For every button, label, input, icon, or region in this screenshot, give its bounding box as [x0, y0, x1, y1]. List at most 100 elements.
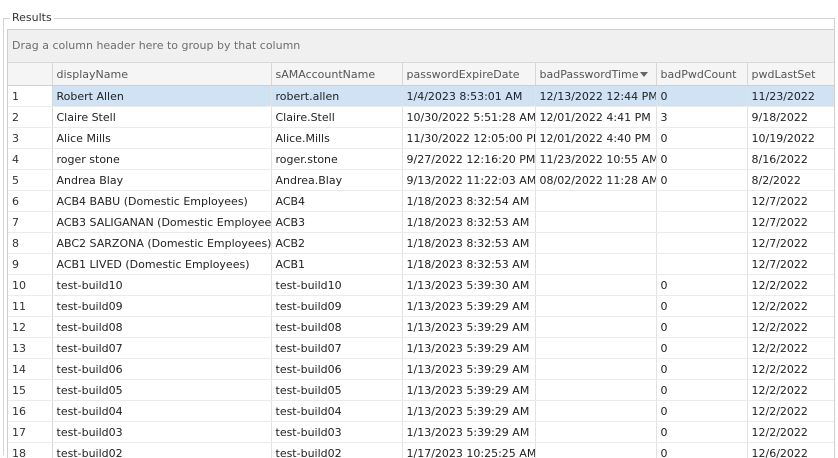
cell-pwdlastset[interactable]: 8/16/2022 [747, 149, 835, 170]
cell-displayname[interactable]: test-build09 [52, 296, 271, 317]
row-number[interactable]: 16 [8, 401, 52, 422]
cell-badpasswordtime[interactable] [535, 212, 656, 233]
cell-displayname[interactable]: ACB1 LIVED (Domestic Employees) [52, 254, 271, 275]
cell-displayname[interactable]: test-build08 [52, 317, 271, 338]
cell-badpwdcount[interactable]: 0 [656, 296, 747, 317]
cell-badpwdcount[interactable]: 0 [656, 170, 747, 191]
row-number[interactable]: 5 [8, 170, 52, 191]
cell-pwdlastset[interactable]: 9/18/2022 [747, 107, 835, 128]
cell-passwordexpiredate[interactable]: 1/13/2023 5:39:29 AM [402, 296, 535, 317]
row-number[interactable]: 9 [8, 254, 52, 275]
cell-passwordexpiredate[interactable]: 1/18/2023 8:32:54 AM [402, 191, 535, 212]
cell-samaccountname[interactable]: test-build04 [271, 401, 402, 422]
cell-passwordexpiredate[interactable]: 11/30/2022 12:05:00 PM [402, 128, 535, 149]
cell-displayname[interactable]: Alice Mills [52, 128, 271, 149]
cell-samaccountname[interactable]: ACB1 [271, 254, 402, 275]
table-row[interactable]: 5Andrea BlayAndrea.Blay9/13/2022 11:22:0… [8, 170, 835, 191]
cell-pwdlastset[interactable]: 12/2/2022 [747, 275, 835, 296]
cell-samaccountname[interactable]: test-build09 [271, 296, 402, 317]
table-row[interactable]: 12test-build08test-build081/13/2023 5:39… [8, 317, 835, 338]
cell-badpasswordtime[interactable]: 11/23/2022 10:55 AM [535, 149, 656, 170]
cell-pwdlastset[interactable]: 12/2/2022 [747, 359, 835, 380]
cell-badpwdcount[interactable]: 0 [656, 149, 747, 170]
row-number[interactable]: 6 [8, 191, 52, 212]
cell-badpasswordtime[interactable]: 08/02/2022 11:28 AM [535, 170, 656, 191]
cell-pwdlastset[interactable]: 12/7/2022 [747, 191, 835, 212]
row-number[interactable]: 17 [8, 422, 52, 443]
table-row[interactable]: 13test-build07test-build071/13/2023 5:39… [8, 338, 835, 359]
table-row[interactable]: 10test-build10test-build101/13/2023 5:39… [8, 275, 835, 296]
cell-passwordexpiredate[interactable]: 1/13/2023 5:39:29 AM [402, 401, 535, 422]
cell-displayname[interactable]: test-build03 [52, 422, 271, 443]
table-row[interactable]: 3Alice MillsAlice.Mills11/30/2022 12:05:… [8, 128, 835, 149]
cell-passwordexpiredate[interactable]: 1/4/2023 8:53:01 AM [402, 86, 535, 107]
cell-samaccountname[interactable]: test-build10 [271, 275, 402, 296]
cell-samaccountname[interactable]: ACB3 [271, 212, 402, 233]
cell-passwordexpiredate[interactable]: 1/13/2023 5:39:30 AM [402, 275, 535, 296]
cell-samaccountname[interactable]: test-build06 [271, 359, 402, 380]
cell-badpasswordtime[interactable]: 12/01/2022 4:40 PM [535, 128, 656, 149]
cell-passwordexpiredate[interactable]: 1/18/2023 8:32:53 AM [402, 233, 535, 254]
table-row[interactable]: 1Robert Allenrobert.allen1/4/2023 8:53:0… [8, 86, 835, 107]
cell-badpasswordtime[interactable] [535, 359, 656, 380]
cell-samaccountname[interactable]: ACB4 [271, 191, 402, 212]
cell-badpasswordtime[interactable] [535, 338, 656, 359]
cell-badpwdcount[interactable]: 0 [656, 338, 747, 359]
cell-displayname[interactable]: Robert Allen [52, 86, 271, 107]
row-number[interactable]: 13 [8, 338, 52, 359]
table-row[interactable]: 16test-build04test-build041/13/2023 5:39… [8, 401, 835, 422]
column-header-passwordexpiredate[interactable]: passwordExpireDate [402, 63, 535, 86]
row-number[interactable]: 3 [8, 128, 52, 149]
row-number[interactable]: 12 [8, 317, 52, 338]
cell-displayname[interactable]: test-build05 [52, 380, 271, 401]
row-number[interactable]: 4 [8, 149, 52, 170]
cell-pwdlastset[interactable]: 12/7/2022 [747, 254, 835, 275]
cell-badpasswordtime[interactable] [535, 443, 656, 458]
cell-badpwdcount[interactable]: 0 [656, 443, 747, 458]
table-row[interactable]: 2Claire StellClaire.Stell10/30/2022 5:51… [8, 107, 835, 128]
cell-samaccountname[interactable]: Andrea.Blay [271, 170, 402, 191]
row-number[interactable]: 8 [8, 233, 52, 254]
cell-passwordexpiredate[interactable]: 1/13/2023 5:39:29 AM [402, 380, 535, 401]
cell-displayname[interactable]: roger stone [52, 149, 271, 170]
table-row[interactable]: 9ACB1 LIVED (Domestic Employees)ACB11/18… [8, 254, 835, 275]
cell-passwordexpiredate[interactable]: 9/27/2022 12:16:20 PM [402, 149, 535, 170]
cell-pwdlastset[interactable]: 12/2/2022 [747, 380, 835, 401]
cell-badpwdcount[interactable]: 0 [656, 380, 747, 401]
cell-badpwdcount[interactable]: 0 [656, 422, 747, 443]
cell-samaccountname[interactable]: Claire.Stell [271, 107, 402, 128]
column-header-displayname[interactable]: displayName [52, 63, 271, 86]
cell-displayname[interactable]: ACB3 SALIGANAN (Domestic Employees) [52, 212, 271, 233]
cell-badpwdcount[interactable]: 0 [656, 275, 747, 296]
cell-passwordexpiredate[interactable]: 1/13/2023 5:39:29 AM [402, 359, 535, 380]
cell-displayname[interactable]: test-build04 [52, 401, 271, 422]
cell-pwdlastset[interactable]: 12/2/2022 [747, 338, 835, 359]
cell-badpasswordtime[interactable] [535, 296, 656, 317]
cell-samaccountname[interactable]: Alice.Mills [271, 128, 402, 149]
cell-passwordexpiredate[interactable]: 1/13/2023 5:39:29 AM [402, 317, 535, 338]
cell-displayname[interactable]: Claire Stell [52, 107, 271, 128]
cell-samaccountname[interactable]: test-build07 [271, 338, 402, 359]
cell-displayname[interactable]: ABC2 SARZONA (Domestic Employees) [52, 233, 271, 254]
row-number[interactable]: 10 [8, 275, 52, 296]
cell-badpasswordtime[interactable] [535, 401, 656, 422]
cell-displayname[interactable]: test-build10 [52, 275, 271, 296]
cell-displayname[interactable]: test-build02 [52, 443, 271, 458]
cell-passwordexpiredate[interactable]: 1/13/2023 5:39:29 AM [402, 422, 535, 443]
cell-pwdlastset[interactable]: 12/6/2022 [747, 443, 835, 458]
cell-samaccountname[interactable]: test-build02 [271, 443, 402, 458]
table-row[interactable]: 18test-build02test-build021/17/2023 10:2… [8, 443, 835, 458]
column-header-pwdlastset[interactable]: pwdLastSet [747, 63, 835, 86]
cell-badpasswordtime[interactable] [535, 422, 656, 443]
cell-samaccountname[interactable]: test-build05 [271, 380, 402, 401]
cell-badpwdcount[interactable] [656, 212, 747, 233]
cell-passwordexpiredate[interactable]: 10/30/2022 5:51:28 AM [402, 107, 535, 128]
row-number[interactable]: 14 [8, 359, 52, 380]
cell-badpasswordtime[interactable] [535, 254, 656, 275]
cell-passwordexpiredate[interactable]: 1/18/2023 8:32:53 AM [402, 254, 535, 275]
cell-pwdlastset[interactable]: 12/2/2022 [747, 296, 835, 317]
cell-badpwdcount[interactable]: 0 [656, 128, 747, 149]
cell-pwdlastset[interactable]: 12/2/2022 [747, 401, 835, 422]
cell-passwordexpiredate[interactable]: 1/13/2023 5:39:29 AM [402, 338, 535, 359]
cell-samaccountname[interactable]: test-build03 [271, 422, 402, 443]
